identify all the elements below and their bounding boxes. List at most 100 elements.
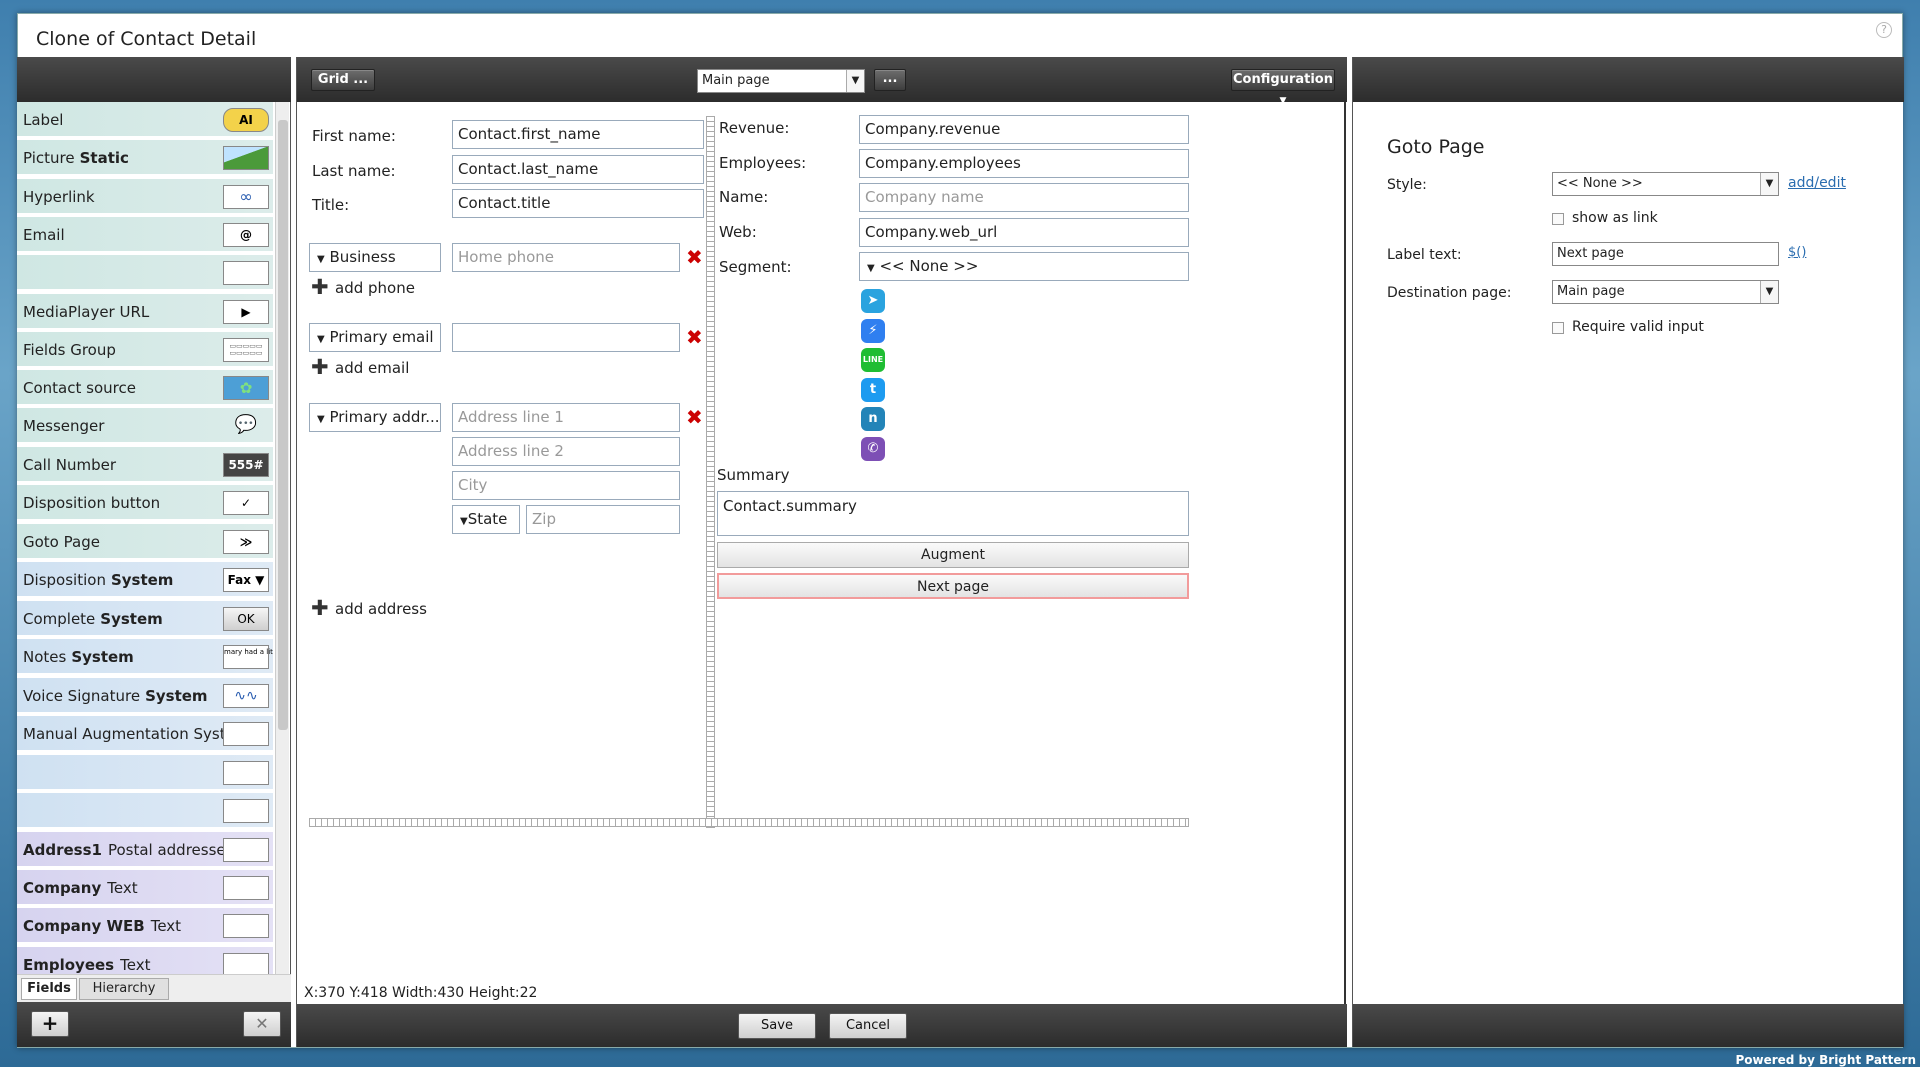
- palette-item[interactable]: Address1 Postal addresses: [17, 832, 273, 868]
- configuration-button[interactable]: Configuration ▼: [1231, 69, 1335, 106]
- palette-item-label: Email: [23, 226, 65, 244]
- augment-button[interactable]: Augment: [717, 542, 1189, 568]
- add-address-icon[interactable]: ✚: [311, 598, 329, 619]
- state-dropdown[interactable]: ▼State: [452, 505, 520, 534]
- variable-insert-link[interactable]: $(): [1788, 245, 1806, 260]
- show-as-link-label: show as link: [1572, 210, 1658, 226]
- palette-item-name: Company: [23, 879, 102, 897]
- first-name-field[interactable]: Contact.first_name: [452, 120, 704, 149]
- address-line1-field[interactable]: Address line 1: [452, 403, 680, 432]
- palette-item[interactable]: Fields Group ▭▭▭▭▭ ▭▭▭▭▭: [17, 332, 273, 368]
- title-field[interactable]: Contact.title: [452, 189, 704, 218]
- palette-item[interactable]: [17, 255, 273, 291]
- style-select[interactable]: << None >> ▼: [1552, 172, 1779, 196]
- row-resize-handle[interactable]: [309, 818, 1189, 827]
- palette-item[interactable]: NotesSystem mary had a little lamb: [17, 639, 273, 675]
- summary-field[interactable]: Contact.summary: [717, 491, 1189, 536]
- palette-item[interactable]: Picture Static: [17, 140, 273, 176]
- tab-fields[interactable]: Fields: [21, 978, 77, 1000]
- destination-page-select[interactable]: Main page ▼: [1552, 280, 1779, 304]
- properties-panel: Goto Page Style: << None >> ▼ add/edit s…: [1352, 57, 1904, 1047]
- zip-field[interactable]: Zip: [526, 505, 680, 534]
- selection-status: X:370 Y:418 Width:430 Height:22: [304, 985, 538, 1001]
- palette-item[interactable]: Contact source ✿: [17, 370, 273, 406]
- add-edit-link[interactable]: add/edit: [1788, 175, 1846, 191]
- column-resize-handle[interactable]: [706, 116, 715, 828]
- palette-item[interactable]: [17, 755, 273, 791]
- add-address-link[interactable]: add address: [335, 600, 427, 618]
- first-name-label: First name:: [312, 127, 396, 145]
- palette-item[interactable]: Disposition button ✓: [17, 485, 273, 521]
- canvas-toolbar: Grid ... Main page ▼ ... Configuration ▼: [297, 57, 1347, 106]
- field-palette-panel: Label AI Picture Static Hyperlink ∞ Email @ Medi…: [17, 57, 291, 1047]
- page-select[interactable]: Main page ▼: [697, 69, 865, 93]
- web-field[interactable]: Company.web_url: [859, 218, 1189, 247]
- palette-item[interactable]: MediaPlayer URL ▶: [17, 294, 273, 330]
- revenue-field[interactable]: Company.revenue: [859, 115, 1189, 144]
- palette-item[interactable]: Complete System OK: [17, 601, 273, 637]
- scrollbar-thumb[interactable]: [278, 120, 288, 730]
- save-button[interactable]: Save: [738, 1013, 816, 1039]
- company-name-field[interactable]: Company name: [859, 183, 1189, 212]
- caret-down-icon: ▼: [867, 263, 875, 274]
- city-placeholder: City: [458, 476, 488, 494]
- palette-item[interactable]: Disposition System Fax ▼: [17, 562, 273, 598]
- remove-phone-icon[interactable]: ✖: [686, 247, 703, 267]
- tab-hierarchy[interactable]: Hierarchy: [79, 978, 169, 1000]
- page-select-value: Main page: [702, 73, 770, 88]
- palette-item[interactable]: Manual Augmentation Syst...: [17, 716, 273, 752]
- palette-item-name: Address1: [23, 841, 102, 859]
- palette-scrollbar[interactable]: [275, 102, 289, 974]
- add-phone-icon[interactable]: ✚: [311, 277, 329, 298]
- palette-preview-icon: [223, 953, 269, 974]
- summary-label: Summary: [717, 466, 790, 484]
- palette-item[interactable]: Employees Text: [17, 947, 273, 974]
- page-more-button[interactable]: ...: [874, 69, 906, 91]
- telegram-icon: ➤: [861, 289, 885, 313]
- palette-item-label: Voice Signature: [23, 687, 141, 705]
- add-phone-link[interactable]: add phone: [335, 279, 415, 297]
- grid-button[interactable]: Grid ...: [311, 69, 375, 91]
- require-valid-input-checkbox[interactable]: [1552, 322, 1564, 334]
- palette-item[interactable]: Call Number 555#: [17, 447, 273, 483]
- last-name-field[interactable]: Contact.last_name: [452, 155, 704, 184]
- email-field[interactable]: [452, 323, 680, 352]
- address-line2-placeholder: Address line 2: [458, 442, 564, 460]
- email-type-dropdown[interactable]: ▼ Primary email: [309, 323, 441, 352]
- remove-address-icon[interactable]: ✖: [686, 407, 703, 427]
- palette-item[interactable]: Company WEB Text: [17, 908, 273, 944]
- address-type-dropdown[interactable]: ▼ Primary addr...: [309, 403, 441, 432]
- palette-preview-icon: OK: [223, 607, 269, 631]
- palette-item[interactable]: Goto Page ≫: [17, 524, 273, 560]
- palette-item[interactable]: Hyperlink ∞: [17, 179, 273, 215]
- palette-item[interactable]: Company Text: [17, 870, 273, 906]
- palette-item[interactable]: Voice Signature System ∿∿: [17, 678, 273, 714]
- properties-header: [1353, 57, 1904, 102]
- phone-type-dropdown[interactable]: ▼ Business: [309, 243, 441, 272]
- palette-item-kind: Static: [79, 149, 129, 167]
- label-text-label: Label text:: [1387, 247, 1462, 263]
- palette-item[interactable]: Messenger 💬: [17, 408, 273, 444]
- next-page-button[interactable]: Next page: [717, 573, 1189, 599]
- show-as-link-checkbox[interactable]: [1552, 213, 1564, 225]
- help-icon[interactable]: ?: [1876, 22, 1892, 38]
- label-text-field[interactable]: Next page: [1552, 242, 1779, 266]
- address-line2-field[interactable]: Address line 2: [452, 437, 680, 466]
- palette-item[interactable]: Label AI: [17, 102, 273, 138]
- palette-item[interactable]: Email @: [17, 217, 273, 253]
- city-field[interactable]: City: [452, 471, 680, 500]
- phone-field[interactable]: Home phone: [452, 243, 680, 272]
- palette-header: [17, 57, 291, 102]
- segment-dropdown[interactable]: ▼ << None >>: [859, 252, 1189, 281]
- remove-email-icon[interactable]: ✖: [686, 327, 703, 347]
- add-field-button[interactable]: +: [31, 1011, 69, 1037]
- employees-field[interactable]: Company.employees: [859, 149, 1189, 178]
- remove-field-button[interactable]: ✕: [243, 1011, 281, 1037]
- waveform-icon: ∿∿: [223, 684, 269, 708]
- configuration-label: Configuration: [1233, 72, 1333, 87]
- cancel-button[interactable]: Cancel: [829, 1013, 907, 1039]
- add-email-icon[interactable]: ✚: [311, 357, 329, 378]
- palette-item[interactable]: [17, 793, 273, 829]
- destination-page-label: Destination page:: [1387, 285, 1512, 301]
- add-email-link[interactable]: add email: [335, 359, 409, 377]
